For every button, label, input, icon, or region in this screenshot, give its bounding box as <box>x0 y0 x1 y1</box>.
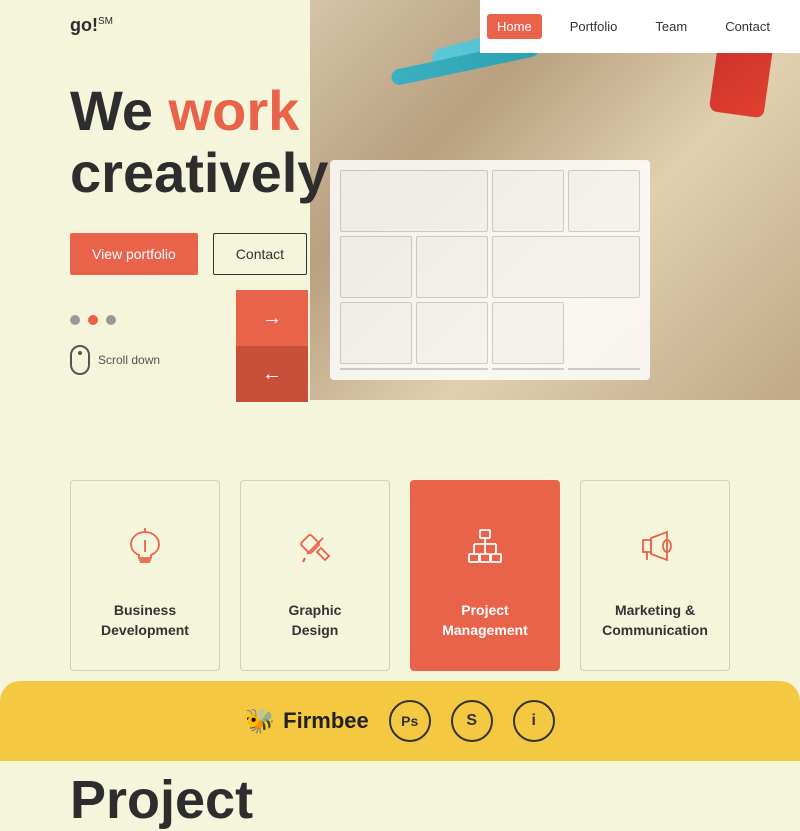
scroll-label: Scroll down <box>98 353 160 367</box>
footer-brand-name: Firmbee <box>283 708 369 734</box>
hero-buttons: View portfolio Contact <box>70 233 800 275</box>
scroll-down[interactable]: Scroll down <box>70 345 800 375</box>
service-card-graphic[interactable]: GraphicDesign <box>240 480 390 671</box>
scroll-icon <box>70 345 90 375</box>
pencil-ruler-icon <box>290 521 340 571</box>
hero-title-creatively: creatively <box>70 141 328 204</box>
service-label-graphic: GraphicDesign <box>289 601 342 640</box>
hero-dots <box>70 315 800 325</box>
next-arrow-button[interactable]: → <box>236 290 308 346</box>
hero-content: We work creatively View portfolio Contac… <box>0 0 800 415</box>
footer-banner: 🐝 Firmbee Ps S i <box>0 681 800 761</box>
hierarchy-icon <box>460 521 510 571</box>
nav-team[interactable]: Team <box>645 14 697 39</box>
service-label-business: BusinessDevelopment <box>101 601 189 640</box>
bulb-icon <box>120 521 170 571</box>
nav-portfolio[interactable]: Portfolio <box>560 14 628 39</box>
logo-text: go! <box>70 15 98 35</box>
service-card-business[interactable]: BusinessDevelopment <box>70 480 220 671</box>
footer-s-icon[interactable]: S <box>451 700 493 742</box>
hero-title-we: We <box>70 79 169 142</box>
arrow-navigation: → ← <box>236 290 308 402</box>
megaphone-icon <box>630 521 680 571</box>
service-card-marketing[interactable]: Marketing &Communication <box>580 480 730 671</box>
contact-button[interactable]: Contact <box>213 233 307 275</box>
dot-2[interactable] <box>88 315 98 325</box>
hero-section: We work creatively View portfolio Contac… <box>0 0 800 430</box>
logo-sup: SM <box>98 16 113 27</box>
view-portfolio-button[interactable]: View portfolio <box>70 233 198 275</box>
nav-contact[interactable]: Contact <box>715 14 780 39</box>
hero-title: We work creatively <box>70 80 800 203</box>
navbar: Home Portfolio Team Contact <box>480 0 800 53</box>
dot-3[interactable] <box>106 315 116 325</box>
footer-info-icon[interactable]: i <box>513 700 555 742</box>
bee-icon: 🐝 <box>245 707 275 736</box>
service-label-marketing: Marketing &Communication <box>602 601 708 640</box>
nav-home[interactable]: Home <box>487 14 542 39</box>
project-section: Project <box>0 751 800 830</box>
service-label-project: ProjectManagement <box>442 601 528 640</box>
hero-title-work: work <box>169 79 300 142</box>
scroll-dot <box>78 351 82 355</box>
prev-arrow-button[interactable]: ← <box>236 346 308 402</box>
footer-ps-icon[interactable]: Ps <box>389 700 431 742</box>
services-grid: BusinessDevelopment GraphicDesign <box>70 480 730 671</box>
footer-brand: 🐝 Firmbee <box>245 707 368 736</box>
service-card-project[interactable]: ProjectManagement <box>410 480 560 671</box>
logo: go!SM <box>70 15 113 36</box>
project-title: Project <box>70 771 730 830</box>
dot-1[interactable] <box>70 315 80 325</box>
